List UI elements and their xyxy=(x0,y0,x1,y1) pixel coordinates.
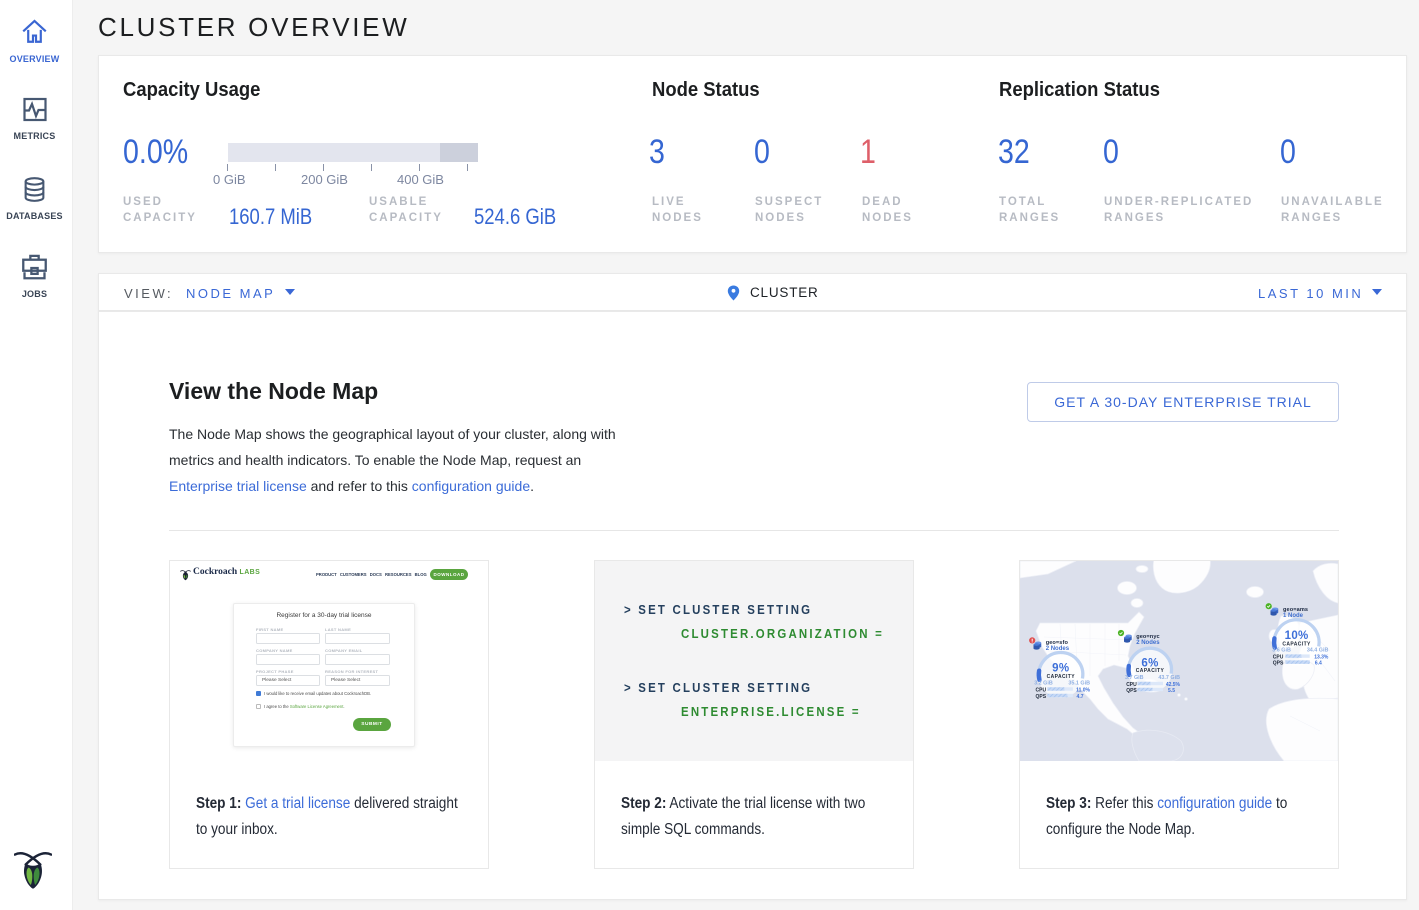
svg-text:9%: 9% xyxy=(1052,663,1069,675)
svg-text:6.4: 6.4 xyxy=(1315,661,1322,667)
svg-text:11.0%: 11.0% xyxy=(1076,688,1090,694)
svg-text:35.1 GiB: 35.1 GiB xyxy=(1068,681,1090,687)
svg-text:3.7 GiB: 3.7 GiB xyxy=(1125,675,1144,681)
svg-text:QPS: QPS xyxy=(1126,688,1137,694)
svg-text:5.5: 5.5 xyxy=(1168,688,1175,694)
svg-text:34.4 GiB: 34.4 GiB xyxy=(1307,648,1329,654)
svg-text:CAPACITY: CAPACITY xyxy=(1136,668,1165,674)
svg-text:4.7: 4.7 xyxy=(1077,694,1084,700)
svg-text:CPU: CPU xyxy=(1036,688,1047,694)
svg-text:3.2 GiB: 3.2 GiB xyxy=(1034,681,1053,687)
svg-text:43.7 GiB: 43.7 GiB xyxy=(1158,675,1180,681)
svg-text:10%: 10% xyxy=(1285,630,1309,642)
svg-text:1 Node: 1 Node xyxy=(1283,613,1304,619)
svg-text:QPS: QPS xyxy=(1273,661,1284,667)
svg-text:2 Nodes: 2 Nodes xyxy=(1136,640,1160,646)
svg-text:3.6 GiB: 3.6 GiB xyxy=(1272,648,1291,654)
svg-text:CAPACITY: CAPACITY xyxy=(1047,674,1076,680)
svg-text:QPS: QPS xyxy=(1036,694,1047,700)
